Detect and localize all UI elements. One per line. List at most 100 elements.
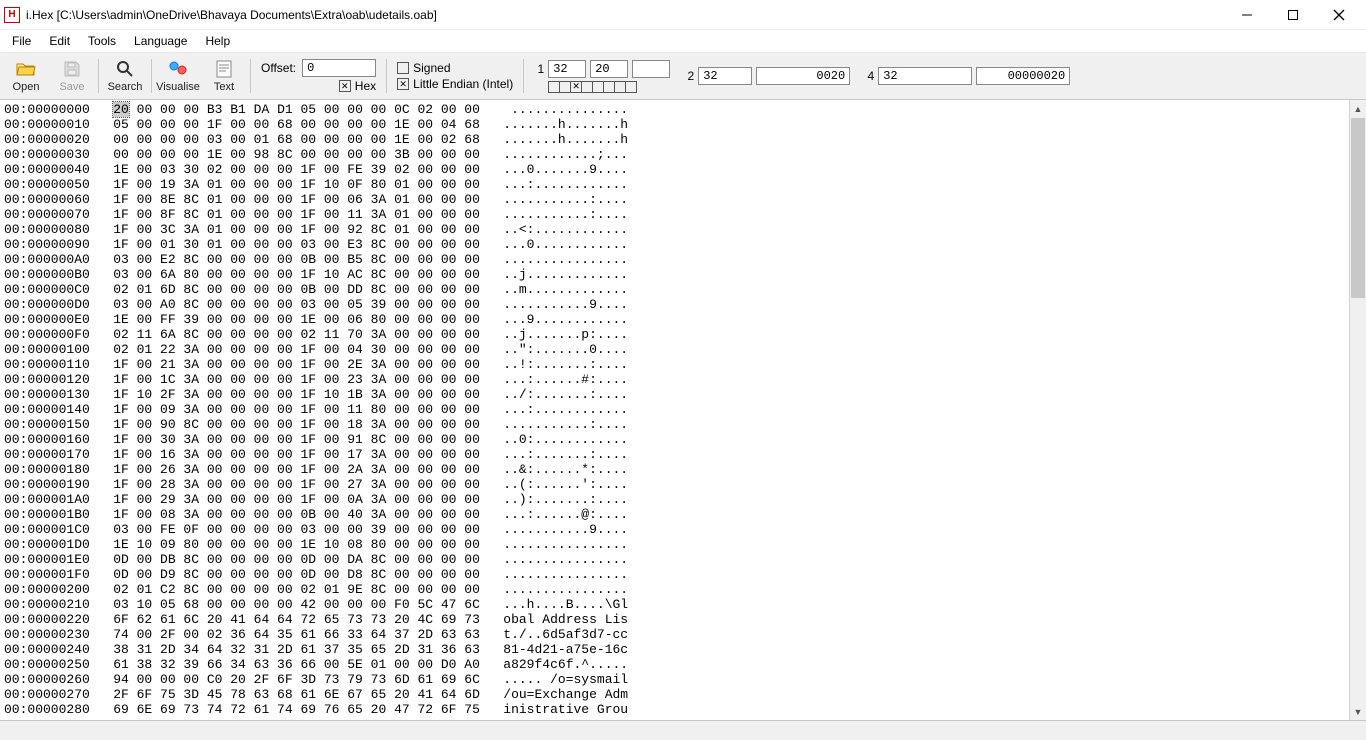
- scroll-thumb[interactable]: [1351, 118, 1365, 298]
- endian-label: Little Endian (Intel): [413, 77, 513, 91]
- search-icon: [115, 59, 135, 79]
- hex-row[interactable]: 00:00000070 1F 00 8F 8C 01 00 00 00 1F 0…: [4, 207, 1345, 222]
- word-size-label: 2: [684, 69, 694, 83]
- offset-hex-checkbox[interactable]: ✕ Hex: [339, 79, 376, 93]
- hex-row[interactable]: 00:00000100 02 01 22 3A 00 00 00 00 1F 0…: [4, 342, 1345, 357]
- open-label: Open: [13, 81, 40, 93]
- vertical-scrollbar[interactable]: ▲ ▼: [1349, 100, 1366, 720]
- app-icon: H: [4, 7, 20, 23]
- byte-group: 1 ✕: [528, 55, 676, 97]
- menu-help[interactable]: Help: [197, 32, 238, 50]
- dword-dec-input[interactable]: [878, 67, 972, 85]
- offset-group: Offset: ✕ Hex: [255, 55, 382, 97]
- hex-row[interactable]: 00:00000110 1F 00 21 3A 00 00 00 00 1F 0…: [4, 357, 1345, 372]
- text-label: Text: [214, 81, 234, 93]
- menu-file[interactable]: File: [4, 32, 39, 50]
- statusbar: [0, 720, 1366, 740]
- menu-edit[interactable]: Edit: [41, 32, 78, 50]
- bits-row: ✕: [534, 81, 670, 93]
- toolbar: Open Save Search Visualise Text Offset:: [0, 52, 1366, 100]
- hex-row[interactable]: 00:000000F0 02 11 6A 8C 00 00 00 00 02 1…: [4, 327, 1345, 342]
- dword-hex-input[interactable]: [976, 67, 1070, 85]
- hex-row[interactable]: 00:000000A0 03 00 E2 8C 00 00 00 00 0B 0…: [4, 252, 1345, 267]
- menu-tools[interactable]: Tools: [80, 32, 124, 50]
- titlebar: H i.Hex [C:\Users\admin\OneDrive\Bhavaya…: [0, 0, 1366, 30]
- menu-language[interactable]: Language: [126, 32, 195, 50]
- signed-label: Signed: [413, 61, 450, 75]
- hex-row[interactable]: 00:00000010 05 00 00 00 1F 00 00 68 00 0…: [4, 117, 1345, 132]
- hex-row[interactable]: 00:00000180 1F 00 26 3A 00 00 00 00 1F 0…: [4, 462, 1345, 477]
- open-folder-icon: [16, 59, 36, 79]
- hex-row[interactable]: 00:00000060 1F 00 8E 8C 01 00 00 00 1F 0…: [4, 192, 1345, 207]
- byte-size-label: 1: [534, 62, 544, 76]
- hex-row[interactable]: 00:000000E0 1E 00 FF 39 00 00 00 00 1E 0…: [4, 312, 1345, 327]
- offset-label: Offset:: [261, 61, 296, 75]
- endian-checkbox[interactable]: ✕ Little Endian (Intel): [397, 77, 513, 91]
- maximize-button[interactable]: [1270, 0, 1316, 30]
- close-button[interactable]: [1316, 0, 1362, 30]
- hex-row[interactable]: 00:000001A0 1F 00 29 3A 00 00 00 00 1F 0…: [4, 492, 1345, 507]
- hex-row[interactable]: 00:00000230 74 00 2F 00 02 36 64 35 61 6…: [4, 627, 1345, 642]
- hex-row[interactable]: 00:000001E0 0D 00 DB 8C 00 00 00 00 0D 0…: [4, 552, 1345, 567]
- hex-row[interactable]: 00:00000030 00 00 00 00 1E 00 98 8C 00 0…: [4, 147, 1345, 162]
- hex-row[interactable]: 00:00000170 1F 00 16 3A 00 00 00 00 1F 0…: [4, 447, 1345, 462]
- scroll-up-icon[interactable]: ▲: [1350, 100, 1366, 117]
- hex-row[interactable]: 00:00000080 1F 00 3C 3A 01 00 00 00 1F 0…: [4, 222, 1345, 237]
- hex-row[interactable]: 00:00000050 1F 00 19 3A 01 00 00 00 1F 1…: [4, 177, 1345, 192]
- hex-row[interactable]: 00:00000020 00 00 00 00 03 00 01 68 00 0…: [4, 132, 1345, 147]
- search-label: Search: [108, 81, 143, 93]
- dword-group: 4: [858, 55, 1076, 97]
- signed-checkbox[interactable]: Signed: [397, 61, 513, 75]
- visualise-label: Visualise: [156, 81, 200, 93]
- byte-dec2-input[interactable]: [590, 60, 628, 78]
- hex-row[interactable]: 00:00000140 1F 00 09 3A 00 00 00 00 1F 0…: [4, 402, 1345, 417]
- word-group: 2: [678, 55, 856, 97]
- hex-row[interactable]: 00:00000000 20 00 00 00 B3 B1 DA D1 05 0…: [4, 102, 1345, 117]
- hex-row[interactable]: 00:000001B0 1F 00 08 3A 00 00 00 00 0B 0…: [4, 507, 1345, 522]
- hex-row[interactable]: 00:00000250 61 38 32 39 66 34 63 36 66 0…: [4, 657, 1345, 672]
- hex-row[interactable]: 00:00000150 1F 00 90 8C 00 00 00 00 1F 0…: [4, 417, 1345, 432]
- flags-group: Signed ✕ Little Endian (Intel): [391, 55, 519, 97]
- hex-row[interactable]: 00:00000210 03 10 05 68 00 00 00 00 42 0…: [4, 597, 1345, 612]
- hex-row[interactable]: 00:000001F0 0D 00 D9 8C 00 00 00 00 0D 0…: [4, 567, 1345, 582]
- open-button[interactable]: Open: [4, 55, 48, 97]
- text-icon: [216, 59, 232, 79]
- hex-row[interactable]: 00:00000190 1F 00 28 3A 00 00 00 00 1F 0…: [4, 477, 1345, 492]
- hex-row[interactable]: 00:000000D0 03 00 A0 8C 00 00 00 00 03 0…: [4, 297, 1345, 312]
- hex-row[interactable]: 00:000001D0 1E 10 09 80 00 00 00 00 1E 1…: [4, 537, 1345, 552]
- byte-dec-input[interactable]: [548, 60, 586, 78]
- hex-row[interactable]: 00:00000120 1F 00 1C 3A 00 00 00 00 1F 0…: [4, 372, 1345, 387]
- window-title: i.Hex [C:\Users\admin\OneDrive\Bhavaya D…: [26, 8, 437, 22]
- word-hex-input[interactable]: [756, 67, 850, 85]
- hex-row[interactable]: 00:00000240 38 31 2D 34 64 32 31 2D 61 3…: [4, 642, 1345, 657]
- minimize-button[interactable]: [1224, 0, 1270, 30]
- hex-row[interactable]: 00:00000090 1F 00 01 30 01 00 00 00 03 0…: [4, 237, 1345, 252]
- hex-row[interactable]: 00:00000040 1E 00 03 30 02 00 00 00 1F 0…: [4, 162, 1345, 177]
- visualise-icon: [168, 59, 188, 79]
- hex-row[interactable]: 00:000000C0 02 01 6D 8C 00 00 00 00 0B 0…: [4, 282, 1345, 297]
- hex-row[interactable]: 00:00000130 1F 10 2F 3A 00 00 00 00 1F 1…: [4, 387, 1345, 402]
- byte-hex-input[interactable]: [632, 60, 670, 78]
- search-button[interactable]: Search: [103, 55, 147, 97]
- hex-row[interactable]: 00:00000280 69 6E 69 73 74 72 61 74 69 7…: [4, 702, 1345, 717]
- visualise-button[interactable]: Visualise: [156, 55, 200, 97]
- hex-row[interactable]: 00:000000B0 03 00 6A 80 00 00 00 00 1F 1…: [4, 267, 1345, 282]
- hex-row[interactable]: 00:000001C0 03 00 FE 0F 00 00 00 00 03 0…: [4, 522, 1345, 537]
- hex-view[interactable]: 00:00000000 20 00 00 00 B3 B1 DA D1 05 0…: [0, 100, 1366, 720]
- dword-size-label: 4: [864, 69, 874, 83]
- offset-hex-label: Hex: [355, 79, 376, 93]
- text-button[interactable]: Text: [202, 55, 246, 97]
- hex-row[interactable]: 00:00000200 02 01 C2 8C 00 00 00 00 02 0…: [4, 582, 1345, 597]
- menubar: File Edit Tools Language Help: [0, 30, 1366, 52]
- word-dec-input[interactable]: [698, 67, 752, 85]
- hex-row[interactable]: 00:00000260 94 00 00 00 C0 20 2F 6F 3D 7…: [4, 672, 1345, 687]
- scroll-down-icon[interactable]: ▼: [1350, 703, 1366, 720]
- offset-input[interactable]: [302, 59, 376, 77]
- hex-row[interactable]: 00:00000160 1F 00 30 3A 00 00 00 00 1F 0…: [4, 432, 1345, 447]
- hex-row[interactable]: 00:00000220 6F 62 61 6C 20 41 64 64 72 6…: [4, 612, 1345, 627]
- floppy-disk-icon: [63, 59, 81, 79]
- bit-7[interactable]: [625, 81, 637, 93]
- hex-row[interactable]: 00:00000270 2F 6F 75 3D 45 78 63 68 61 6…: [4, 687, 1345, 702]
- save-button[interactable]: Save: [50, 55, 94, 97]
- save-label: Save: [59, 81, 84, 93]
